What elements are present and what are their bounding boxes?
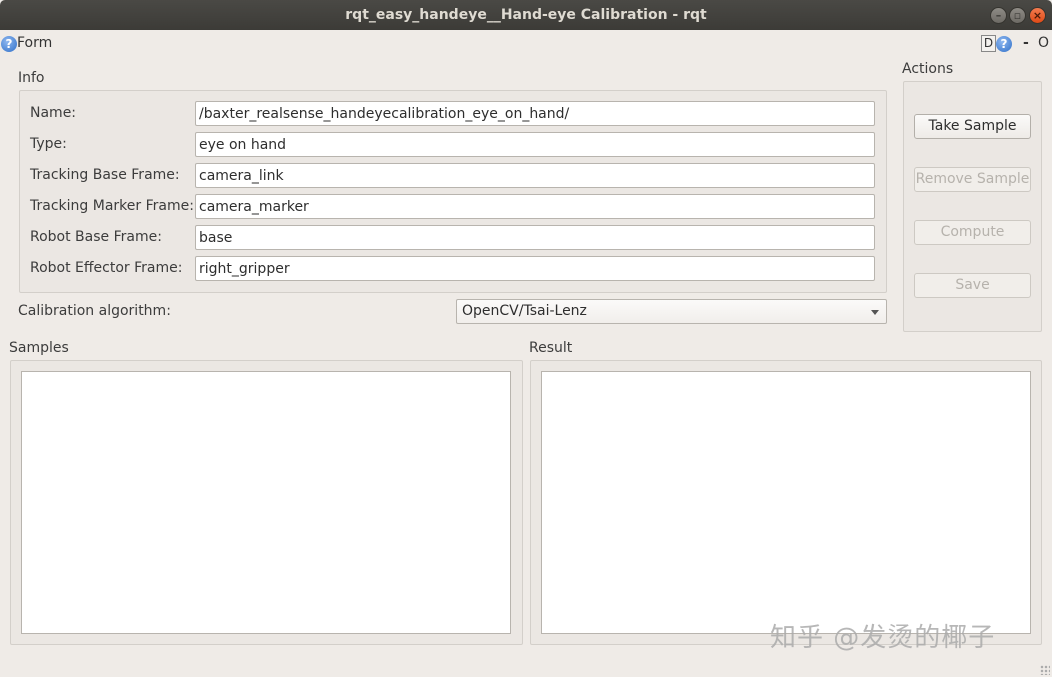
help-icon[interactable]: ? (996, 36, 1012, 52)
plugin-title: Form (17, 35, 53, 51)
take-sample-button[interactable]: Take Sample (914, 114, 1031, 139)
d-button[interactable]: D (981, 35, 996, 52)
window-title: rqt_easy_handeye__Hand-eye Calibration -… (345, 7, 707, 23)
samples-group-title: Samples (9, 340, 69, 356)
tracking-base-frame-label: Tracking Base Frame: (30, 167, 180, 183)
result-text[interactable] (541, 371, 1031, 634)
result-group-title: Result (529, 340, 573, 356)
tracking-base-frame-field[interactable] (195, 163, 875, 188)
calibration-algorithm-value: OpenCV/Tsai-Lenz (462, 303, 587, 319)
calibration-algorithm-select[interactable]: OpenCV/Tsai-Lenz (456, 299, 887, 324)
maximize-icon[interactable]: ▫ (1009, 7, 1026, 24)
remove-sample-button[interactable]: Remove Sample (914, 167, 1031, 192)
samples-list[interactable] (21, 371, 511, 634)
type-label: Type: (30, 136, 67, 152)
resize-grip-icon[interactable] (1040, 665, 1050, 675)
robot-base-frame-field[interactable] (195, 225, 875, 250)
tracking-marker-frame-label: Tracking Marker Frame: (30, 198, 194, 214)
save-button[interactable]: Save (914, 273, 1031, 298)
minimize-icon[interactable]: – (990, 7, 1007, 24)
robot-effector-frame-field[interactable] (195, 256, 875, 281)
float-plugin-button[interactable]: O (1038, 35, 1049, 51)
type-field[interactable] (195, 132, 875, 157)
close-icon[interactable]: × (1029, 7, 1046, 24)
name-field[interactable] (195, 101, 875, 126)
actions-group-title: Actions (902, 61, 954, 77)
calibration-algorithm-label: Calibration algorithm: (18, 303, 171, 319)
plugin-header: ? Form D ? - O (0, 32, 1052, 56)
close-plugin-button[interactable]: - (1023, 35, 1029, 51)
robot-base-frame-label: Robot Base Frame: (30, 229, 162, 245)
tracking-marker-frame-field[interactable] (195, 194, 875, 219)
compute-button[interactable]: Compute (914, 220, 1031, 245)
info-group-title: Info (18, 70, 45, 86)
robot-effector-frame-label: Robot Effector Frame: (30, 260, 183, 276)
window-titlebar[interactable]: rqt_easy_handeye__Hand-eye Calibration -… (0, 0, 1052, 30)
chevron-down-icon (871, 310, 879, 315)
watermark: 知乎 @发烫的椰子 (770, 623, 996, 653)
help-icon[interactable]: ? (1, 36, 17, 52)
name-label: Name: (30, 105, 77, 121)
